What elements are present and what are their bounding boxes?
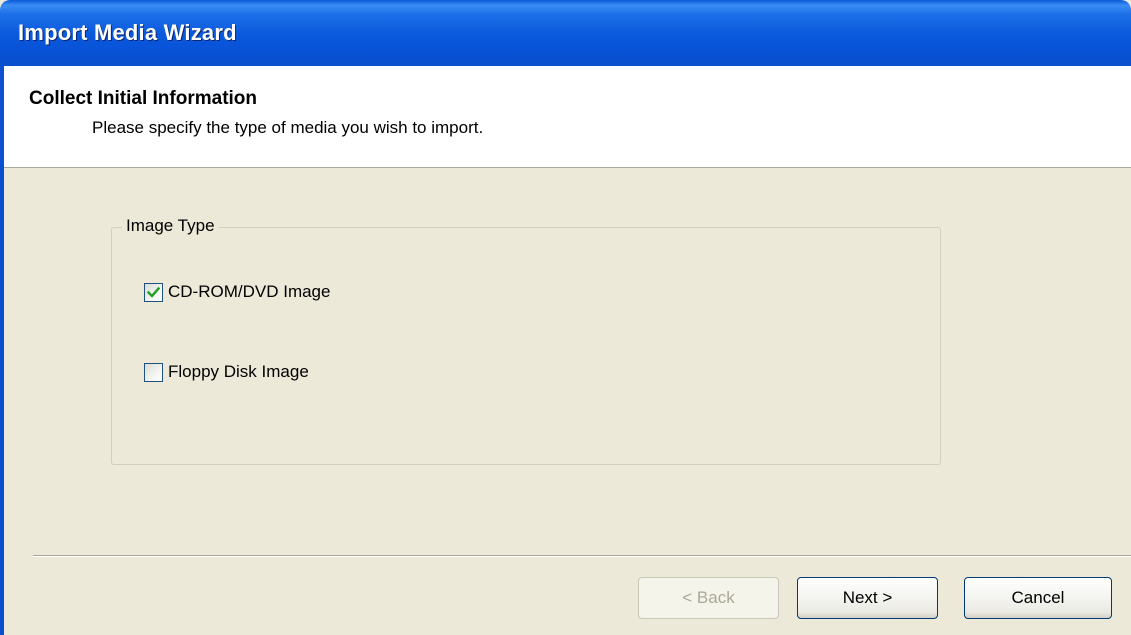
title-bar[interactable]: Import Media Wizard [0, 0, 1131, 66]
image-type-groupbox [111, 227, 941, 465]
image-type-legend: Image Type [122, 216, 219, 236]
floppy-disk-option[interactable]: Floppy Disk Image [144, 362, 309, 382]
wizard-page-title: Collect Initial Information [29, 88, 258, 109]
cdrom-dvd-label[interactable]: CD-ROM/DVD Image [168, 282, 330, 302]
check-mark-icon [147, 286, 160, 298]
cancel-button[interactable]: Cancel [964, 577, 1112, 619]
floppy-disk-label[interactable]: Floppy Disk Image [168, 362, 309, 382]
window-title: Import Media Wizard [18, 20, 237, 45]
floppy-disk-checkbox[interactable] [144, 362, 163, 382]
cdrom-dvd-checkbox[interactable] [144, 282, 163, 302]
cdrom-dvd-option[interactable]: CD-ROM/DVD Image [144, 282, 330, 302]
import-media-wizard-window: Import Media Wizard Collect Initial Info… [0, 0, 1131, 635]
back-button[interactable]: < Back [638, 577, 779, 619]
next-button[interactable]: Next > [797, 577, 938, 619]
wizard-header-panel [4, 66, 1131, 168]
wizard-page-subtitle: Please specify the type of media you wis… [92, 118, 484, 137]
footer-separator [33, 555, 1131, 557]
